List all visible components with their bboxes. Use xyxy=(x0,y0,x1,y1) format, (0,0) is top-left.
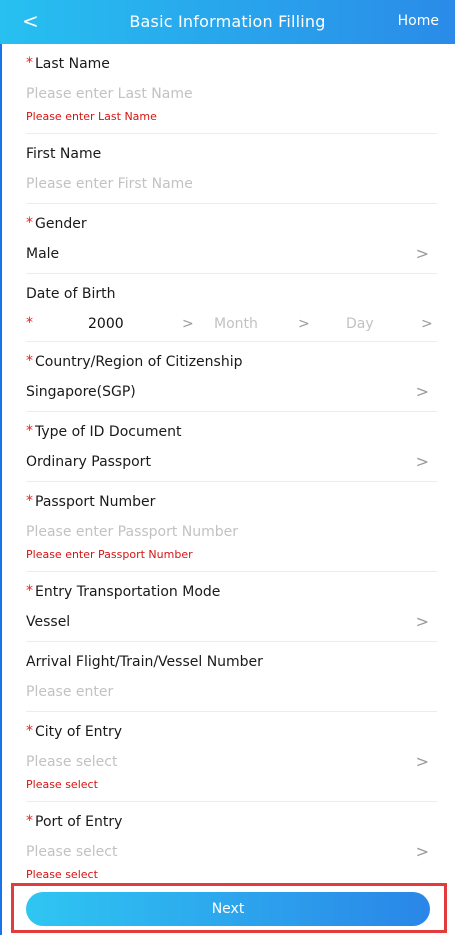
chevron-right-icon: > xyxy=(415,382,429,401)
city-entry-label: City of Entry xyxy=(35,724,123,740)
port-entry-label-row: * Port of Entry xyxy=(26,802,437,830)
next-button-highlight: Next xyxy=(11,883,447,933)
port-entry-label: Port of Entry xyxy=(35,814,123,830)
required-mark: * xyxy=(26,353,33,369)
dob-selector-row: * 2000 > Month > Day > xyxy=(26,312,437,340)
first-name-field: First Name Please enter First Name xyxy=(26,134,437,204)
arrival-number-label-row: Arrival Flight/Train/Vessel Number xyxy=(26,642,437,670)
citizenship-label: Country/Region of Citizenship xyxy=(35,354,243,370)
dob-field: Date of Birth * 2000 > Month > Day > xyxy=(26,274,437,342)
required-mark: * xyxy=(26,315,33,331)
dob-label-row: Date of Birth xyxy=(26,274,437,302)
city-entry-label-row: * City of Entry xyxy=(26,712,437,740)
id-doc-type-field[interactable]: * Type of ID Document Ordinary Passport … xyxy=(26,412,437,482)
passport-field: * Passport Number Please enter Passport … xyxy=(26,482,437,572)
entry-mode-field[interactable]: * Entry Transportation Mode Vessel > xyxy=(26,572,437,642)
port-entry-select[interactable]: Please select xyxy=(26,842,437,862)
chevron-right-icon: > xyxy=(182,316,194,332)
port-entry-error: Please select xyxy=(26,868,98,881)
last-name-label-row: * Last Name xyxy=(26,44,437,72)
required-mark: * xyxy=(26,215,33,231)
nav-bar: < Basic Information Filling Home xyxy=(0,0,455,44)
gender-label-row: * Gender xyxy=(26,204,437,232)
passport-input[interactable]: Please enter Passport Number xyxy=(26,522,437,542)
city-entry-field[interactable]: * City of Entry Please select Please sel… xyxy=(26,712,437,802)
last-name-field: * Last Name Please enter Last Name Pleas… xyxy=(26,44,437,134)
chevron-right-icon: > xyxy=(298,316,310,332)
passport-label: Passport Number xyxy=(35,494,156,510)
chevron-right-icon: > xyxy=(415,752,429,771)
first-name-label: First Name xyxy=(26,146,102,162)
chevron-right-icon: > xyxy=(415,612,429,631)
required-mark: * xyxy=(26,55,33,71)
city-entry-select[interactable]: Please select xyxy=(26,752,437,772)
chevron-right-icon: > xyxy=(415,244,429,263)
required-mark: * xyxy=(26,813,33,829)
required-mark: * xyxy=(26,583,33,599)
city-entry-error: Please select xyxy=(26,778,98,791)
chevron-right-icon: > xyxy=(415,842,429,861)
chevron-right-icon: > xyxy=(421,316,433,332)
form-container: * Last Name Please enter Last Name Pleas… xyxy=(0,44,455,892)
required-mark: * xyxy=(26,423,33,439)
required-mark: * xyxy=(26,493,33,509)
dob-year-select[interactable]: 2000 xyxy=(88,316,124,332)
id-doc-label-row: * Type of ID Document xyxy=(26,412,437,440)
entry-mode-label-row: * Entry Transportation Mode xyxy=(26,572,437,600)
page-title: Basic Information Filling xyxy=(129,12,326,31)
id-doc-label: Type of ID Document xyxy=(35,424,182,440)
id-doc-value: Ordinary Passport xyxy=(26,454,151,470)
passport-error: Please enter Passport Number xyxy=(26,548,193,561)
port-entry-field[interactable]: * Port of Entry Please select Please sel… xyxy=(26,802,437,892)
arrival-number-input[interactable]: Please enter xyxy=(26,682,437,702)
gender-label: Gender xyxy=(35,216,87,232)
citizenship-field[interactable]: * Country/Region of Citizenship Singapor… xyxy=(26,342,437,412)
next-button[interactable]: Next xyxy=(26,892,430,926)
gender-field[interactable]: * Gender Male > xyxy=(26,204,437,274)
app-frame: < Basic Information Filling Home * Last … xyxy=(0,0,455,935)
passport-label-row: * Passport Number xyxy=(26,482,437,510)
home-link[interactable]: Home xyxy=(398,13,439,29)
chevron-right-icon: > xyxy=(415,452,429,471)
dob-label: Date of Birth xyxy=(26,286,116,302)
entry-mode-value: Vessel xyxy=(26,614,71,630)
dob-day-select[interactable]: Day xyxy=(346,316,374,332)
citizenship-value: Singapore(SGP) xyxy=(26,384,136,400)
first-name-input[interactable]: Please enter First Name xyxy=(26,174,437,194)
required-mark: * xyxy=(26,723,33,739)
gender-value: Male xyxy=(26,246,60,262)
last-name-label: Last Name xyxy=(35,56,110,72)
citizenship-label-row: * Country/Region of Citizenship xyxy=(26,342,437,370)
last-name-input[interactable]: Please enter Last Name xyxy=(26,84,437,104)
arrival-number-field: Arrival Flight/Train/Vessel Number Pleas… xyxy=(26,642,437,712)
last-name-error: Please enter Last Name xyxy=(26,110,157,123)
entry-mode-label: Entry Transportation Mode xyxy=(35,584,221,600)
arrival-number-label: Arrival Flight/Train/Vessel Number xyxy=(26,654,263,670)
first-name-label-row: First Name xyxy=(26,134,437,162)
dob-month-select[interactable]: Month xyxy=(214,316,258,332)
